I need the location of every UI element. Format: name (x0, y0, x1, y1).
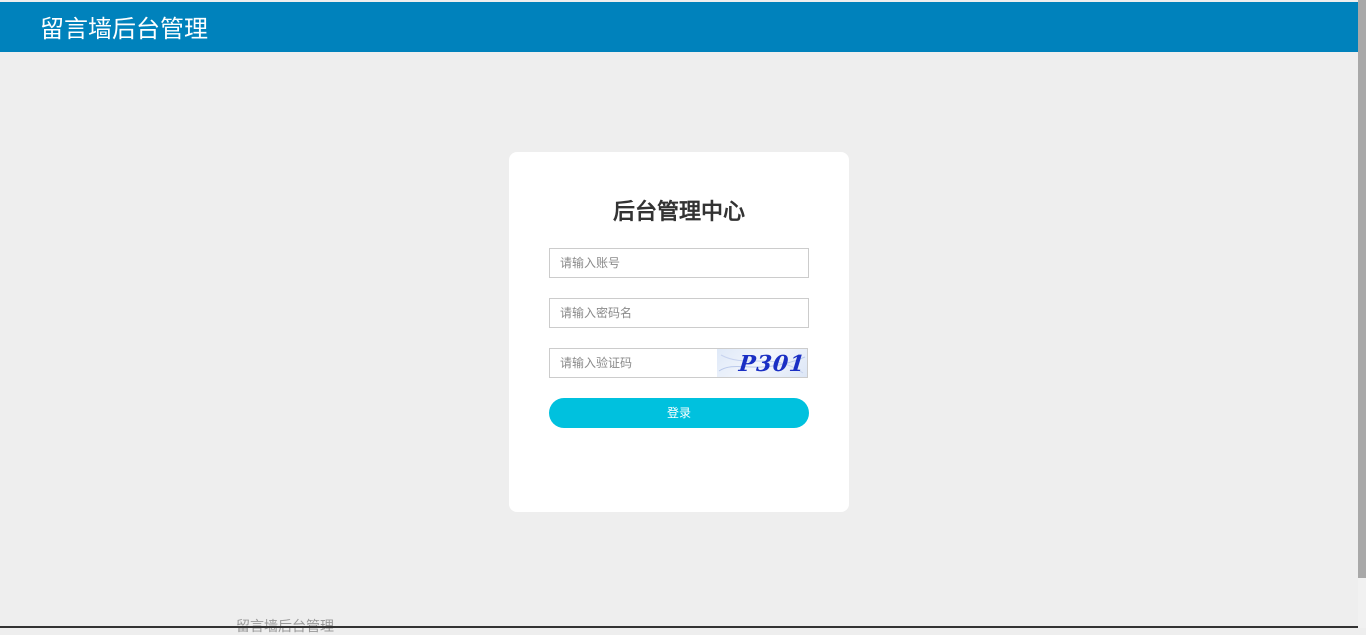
password-field[interactable] (549, 298, 809, 328)
password-input[interactable] (550, 299, 808, 327)
account-field[interactable] (549, 248, 809, 278)
vertical-scrollbar[interactable] (1358, 0, 1366, 628)
captcha-input[interactable] (550, 349, 717, 377)
captcha-image[interactable]: P301 (717, 348, 808, 378)
login-button[interactable]: 登录 (549, 398, 809, 428)
account-input[interactable] (550, 249, 808, 277)
login-title: 后台管理中心 (612, 200, 745, 225)
scrollbar-thumb[interactable] (1358, 0, 1366, 578)
captcha-field[interactable] (549, 348, 718, 378)
app-title: 留言墙后台管理 (40, 15, 208, 43)
login-card: 后台管理中心 P301 登录 (509, 152, 849, 512)
captcha-text: P301 (737, 351, 807, 377)
top-bar: 留言墙后台管理 (0, 2, 1358, 52)
